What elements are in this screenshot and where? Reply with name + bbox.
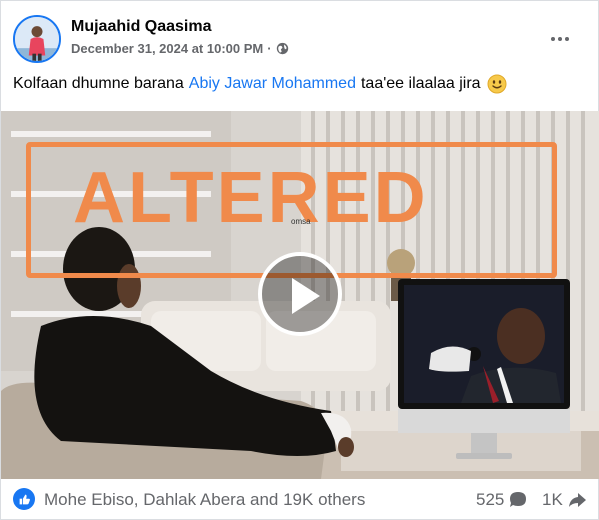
play-icon[interactable] xyxy=(258,252,342,336)
post-timestamp[interactable]: December 31, 2024 at 10:00 PM xyxy=(71,41,263,56)
post-text-after: taa'ee ilaalaa jira xyxy=(360,75,481,92)
altered-overlay-label: ALTERED xyxy=(73,158,429,238)
author-name[interactable]: Mujaahid Qaasima xyxy=(71,18,212,36)
mention-link[interactable]: Abiy Jawar Mohammed xyxy=(189,75,356,93)
post-header: Mujaahid Qaasima December 31, 2024 at 10… xyxy=(13,15,588,63)
video-watermark: omsa xyxy=(291,217,311,226)
more-options-icon[interactable] xyxy=(548,27,572,51)
post-footer: Mohe Ebiso, Dahlak Abera and 19K others … xyxy=(1,479,599,520)
video-player[interactable]: ALTERED omsa xyxy=(1,111,599,479)
author-avatar[interactable] xyxy=(13,15,61,63)
post-text: Kolfaan dhumne barana Abiy Jawar Mohamme… xyxy=(13,74,507,94)
comments-count[interactable]: 525 xyxy=(476,490,528,510)
shares-count-value: 1K xyxy=(542,490,563,509)
shares-count[interactable]: 1K xyxy=(542,490,587,510)
reactions-summary[interactable]: Mohe Ebiso, Dahlak Abera and 19K others xyxy=(44,490,365,510)
play-triangle xyxy=(292,278,320,314)
post-text-before: Kolfaan dhumne barana xyxy=(13,75,184,92)
post-card: Mujaahid Qaasima December 31, 2024 at 10… xyxy=(0,0,599,520)
share-icon xyxy=(567,490,587,510)
smiling-face-emoji-icon xyxy=(487,74,507,94)
meta-separator: · xyxy=(267,41,272,56)
post-meta: December 31, 2024 at 10:00 PM · xyxy=(71,41,289,56)
globe-icon[interactable] xyxy=(276,42,289,55)
like-icon[interactable] xyxy=(13,488,35,510)
comment-icon xyxy=(508,490,528,510)
comments-count-value: 525 xyxy=(476,490,505,509)
